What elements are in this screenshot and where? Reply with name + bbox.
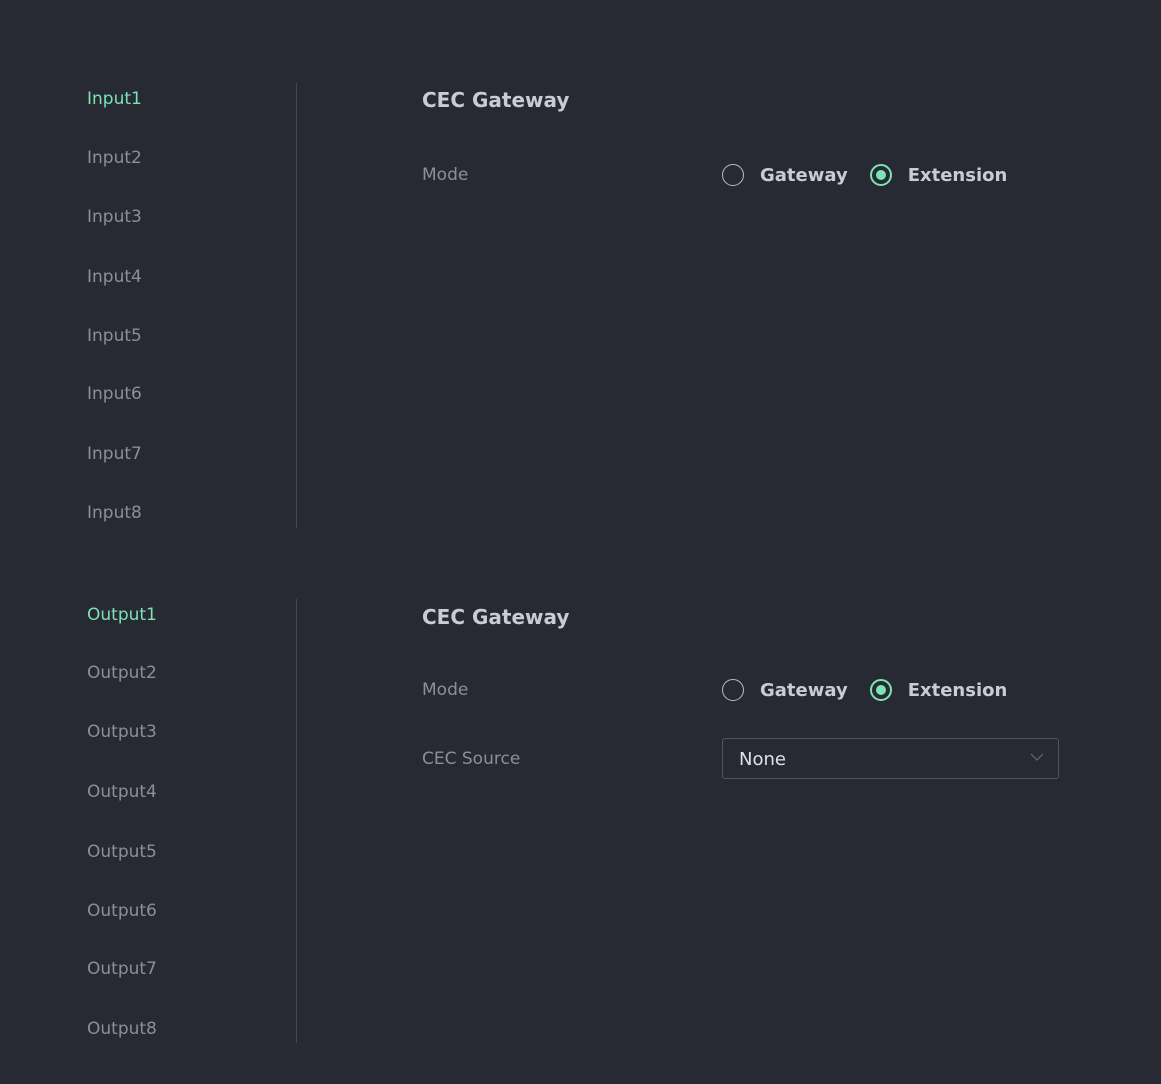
nav-item-output3[interactable]: Output3 <box>87 722 157 742</box>
nav-item-output7[interactable]: Output7 <box>87 959 157 979</box>
input-section: Input1 Input2 Input3 Input4 Input5 Input… <box>0 0 1161 540</box>
nav-item-input6[interactable]: Input6 <box>87 384 142 404</box>
radio-unchecked-icon <box>722 164 744 186</box>
input-mode-label: Mode <box>422 165 469 185</box>
nav-item-input2[interactable]: Input2 <box>87 148 142 168</box>
cec-source-value: None <box>739 749 786 770</box>
output-mode-radio-group: Gateway Extension <box>722 677 1029 703</box>
input-mode-gateway-radio[interactable]: Gateway <box>722 164 848 186</box>
output-divider <box>296 599 297 1043</box>
nav-item-input3[interactable]: Input3 <box>87 207 142 227</box>
output-mode-gateway-radio[interactable]: Gateway <box>722 679 848 701</box>
input-mode-gateway-label: Gateway <box>760 164 848 186</box>
output-mode-extension-label: Extension <box>907 679 1008 701</box>
radio-checked-icon <box>869 679 892 701</box>
input-mode-extension-label: Extension <box>907 164 1008 186</box>
nav-item-output6[interactable]: Output6 <box>87 901 157 921</box>
nav-item-output1[interactable]: Output1 <box>87 605 157 625</box>
nav-item-input4[interactable]: Input4 <box>87 267 142 287</box>
output-mode-label: Mode <box>422 680 469 700</box>
nav-item-input7[interactable]: Input7 <box>87 444 142 464</box>
input-cec-gateway-heading: CEC Gateway <box>422 88 570 112</box>
nav-item-output2[interactable]: Output2 <box>87 663 157 683</box>
cec-source-label: CEC Source <box>422 749 521 769</box>
input-divider <box>296 83 297 528</box>
output-section: Output1 Output2 Output3 Output4 Output5 … <box>0 540 1161 1084</box>
output-cec-gateway-heading: CEC Gateway <box>422 605 570 629</box>
output-mode-extension-radio[interactable]: Extension <box>869 679 1008 701</box>
chevron-down-icon <box>1030 753 1044 761</box>
cec-settings-page: Input1 Input2 Input3 Input4 Input5 Input… <box>0 0 1161 1084</box>
nav-item-input5[interactable]: Input5 <box>87 326 142 346</box>
nav-item-input1[interactable]: Input1 <box>87 89 142 109</box>
nav-item-output4[interactable]: Output4 <box>87 782 157 802</box>
radio-checked-icon <box>869 164 892 186</box>
input-mode-extension-radio[interactable]: Extension <box>869 164 1008 186</box>
input-mode-radio-group: Gateway Extension <box>722 162 1029 188</box>
radio-unchecked-icon <box>722 679 744 701</box>
nav-item-output5[interactable]: Output5 <box>87 842 157 862</box>
cec-source-select[interactable]: None <box>722 738 1059 779</box>
output-mode-gateway-label: Gateway <box>760 679 848 701</box>
nav-item-output8[interactable]: Output8 <box>87 1019 157 1039</box>
nav-item-input8[interactable]: Input8 <box>87 503 142 523</box>
